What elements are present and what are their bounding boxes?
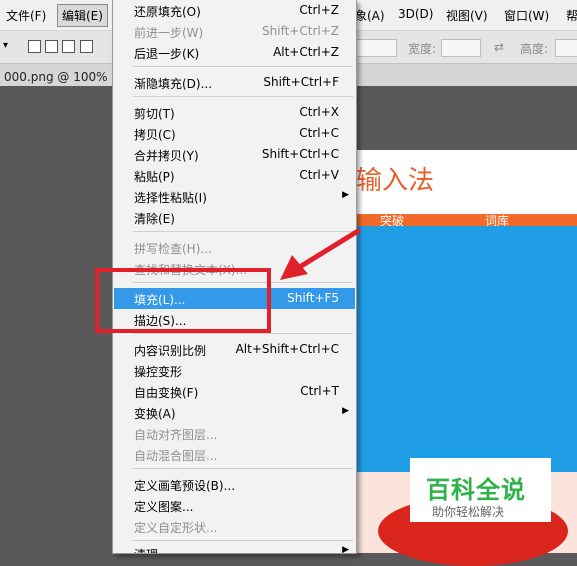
width-label: 宽度: xyxy=(408,42,437,56)
submenu-arrow-icon: ▶ xyxy=(342,190,349,200)
menu-separator xyxy=(133,66,353,67)
menu-item-auto-align-layers[interactable]: 自动对齐图层... xyxy=(114,423,355,444)
menu-view[interactable]: 视图(V) xyxy=(446,7,488,24)
menu-item-puppet-warp[interactable]: 操控变形 xyxy=(114,360,355,381)
submenu-arrow-icon: ▶ xyxy=(342,406,349,416)
menu-item-free-transform[interactable]: 自由变换(F) Ctrl+T xyxy=(114,381,355,402)
annotation-arrow-icon xyxy=(280,228,361,280)
swap-icon[interactable]: ⇄ xyxy=(494,40,504,54)
menu-item-fade[interactable]: 渐隐填充(D)... Shift+Ctrl+F xyxy=(114,72,355,93)
watermark-subtitle: 助你轻松解决 xyxy=(432,505,505,519)
menu-item-paste[interactable]: 粘贴(P) Ctrl+V xyxy=(114,165,355,186)
canvas-title: 输入法 xyxy=(356,166,435,196)
menu-item-cut[interactable]: 剪切(T) Ctrl+X xyxy=(114,102,355,123)
style-select[interactable] xyxy=(355,39,397,57)
menu-separator xyxy=(133,540,353,541)
menu-object[interactable]: 象(A) xyxy=(355,7,385,24)
menu-item-define-pattern[interactable]: 定义图案... xyxy=(114,495,355,516)
selection-subtract-icon[interactable] xyxy=(62,40,75,53)
watermark-title: 百科全说 xyxy=(426,476,526,504)
height-field[interactable] xyxy=(555,39,577,57)
menu-3d[interactable]: 3D(D) xyxy=(398,7,433,21)
menu-item-copy[interactable]: 拷贝(C) Ctrl+C xyxy=(114,123,355,144)
menu-separator xyxy=(133,96,353,97)
tool-preset-arrow-icon[interactable]: ▾ xyxy=(3,40,8,51)
width-field[interactable] xyxy=(441,39,481,57)
menu-item-step-backward[interactable]: 后退一步(K) Alt+Ctrl+Z xyxy=(114,42,355,63)
annotation-highlight-box xyxy=(95,268,271,333)
menu-edit[interactable]: 编辑(E) xyxy=(57,4,108,27)
menu-item-purge[interactable]: 清理▶ xyxy=(114,545,355,553)
menu-item-content-aware-scale[interactable]: 内容识别比例 Alt+Shift+Ctrl+C xyxy=(114,339,355,360)
document-tab-title: 000.png @ 100% (图 xyxy=(4,70,128,84)
selection-add-icon[interactable] xyxy=(45,40,58,53)
submenu-arrow-icon: ▶ xyxy=(342,545,349,553)
menu-window[interactable]: 窗口(W) xyxy=(504,7,549,24)
menu-item-paste-special[interactable]: 选择性粘贴(I) ▶ xyxy=(114,186,355,207)
menu-item-transform[interactable]: 变换(A) ▶ xyxy=(114,402,355,423)
menu-file[interactable]: 文件(F) xyxy=(6,7,46,24)
selection-mode-icon[interactable] xyxy=(28,40,41,53)
menu-item-undo-fill[interactable]: 还原填充(O) Ctrl+Z xyxy=(114,0,355,21)
menu-item-define-custom-shape[interactable]: 定义自定形状... xyxy=(114,516,355,537)
menu-item-define-brush[interactable]: 定义画笔预设(B)... xyxy=(114,474,355,495)
menu-item-step-forward[interactable]: 前进一步(W) Shift+Ctrl+Z xyxy=(114,21,355,42)
watermark: 百科全说 助你轻松解决 xyxy=(410,458,551,522)
menu-item-copy-merged[interactable]: 合并拷贝(Y) Shift+Ctrl+C xyxy=(114,144,355,165)
menu-separator xyxy=(133,468,353,469)
menu-separator xyxy=(133,333,353,334)
menu-item-auto-blend-layers[interactable]: 自动混合图层... xyxy=(114,444,355,465)
selection-intersect-icon[interactable] xyxy=(80,40,93,53)
height-label: 高度: xyxy=(520,42,549,56)
menu-help[interactable]: 帮 xyxy=(566,7,577,24)
